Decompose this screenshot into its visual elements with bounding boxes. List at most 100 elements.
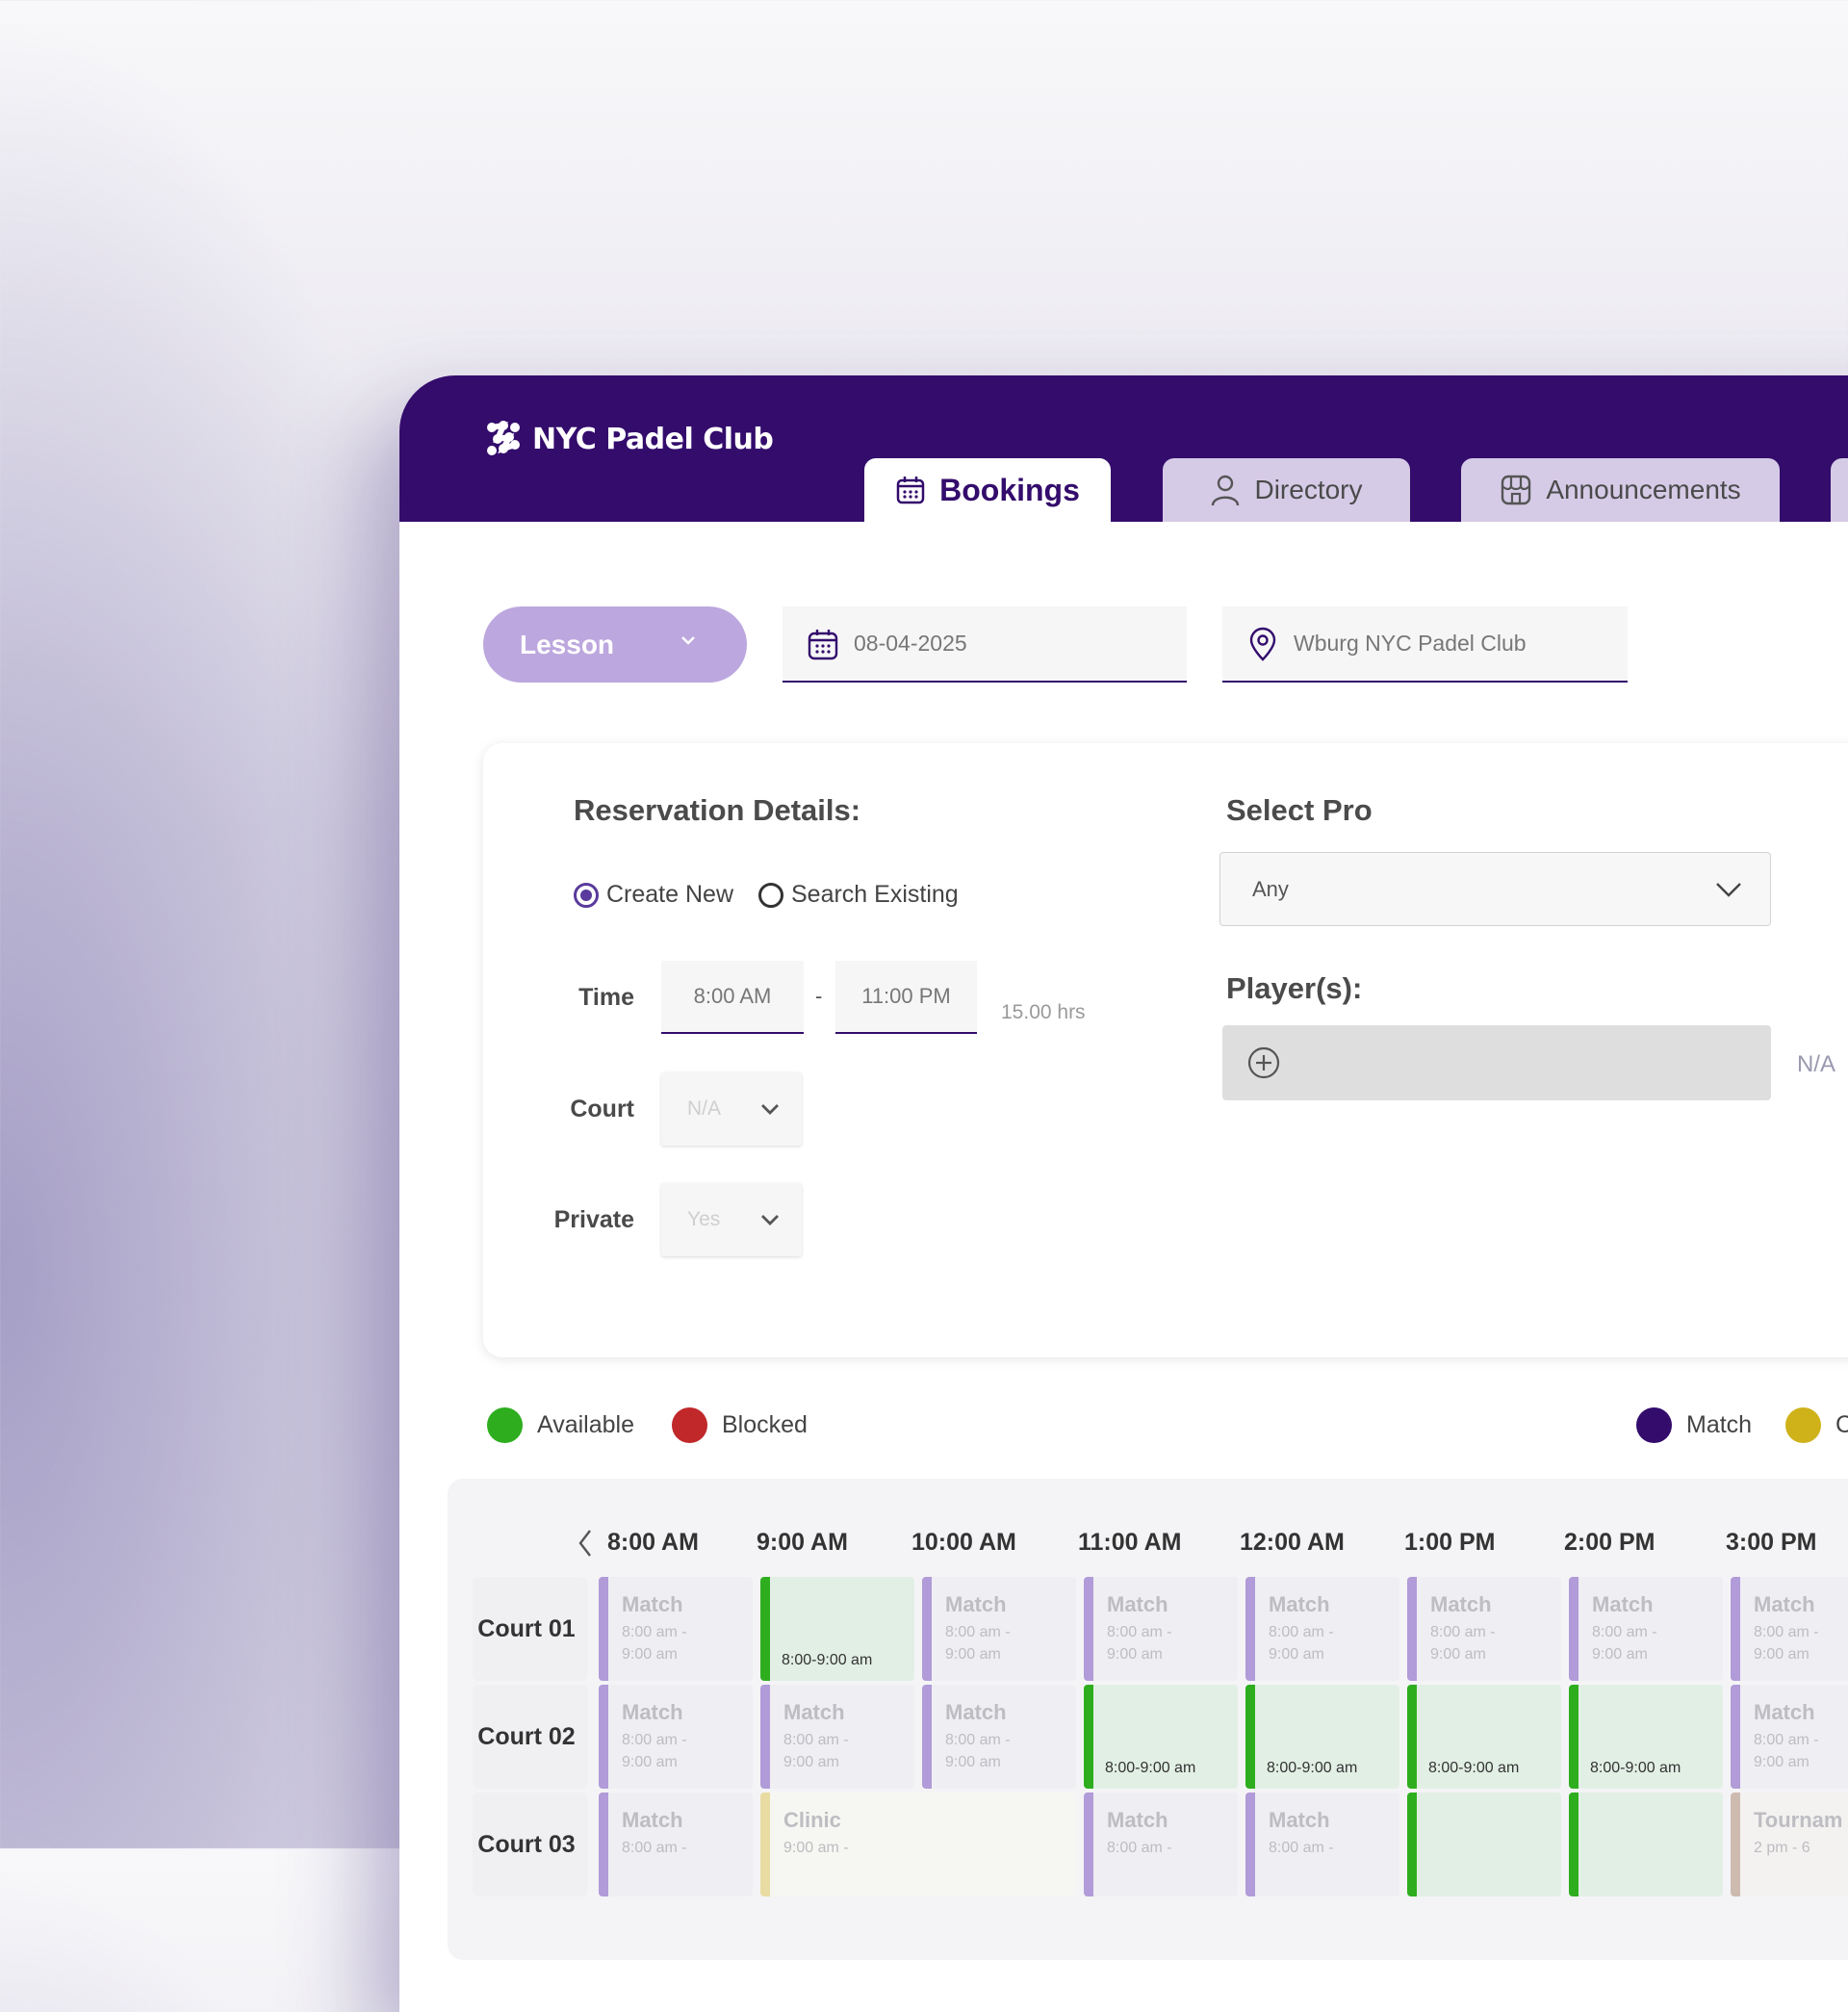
slot-title: Match: [783, 1700, 845, 1724]
add-player-field[interactable]: [1222, 1025, 1771, 1100]
booking-type-dropdown[interactable]: Lesson: [483, 606, 747, 683]
time-separator: -: [815, 984, 823, 1008]
slot-time: 8:00-9:00 am: [782, 1652, 873, 1668]
court-name: Court 01: [477, 1615, 576, 1642]
match-slot[interactable]: Match 8:00 am - 9:00 am: [922, 1685, 1076, 1789]
tourn-slot[interactable]: Tournam 2 pm - 6: [1731, 1793, 1848, 1896]
court-select[interactable]: N/A: [661, 1072, 802, 1146]
slot-title: Match: [1107, 1592, 1168, 1616]
clinic-slot[interactable]: Clinic 9:00 am -: [760, 1793, 1076, 1896]
match-slot[interactable]: Match 8:00 am -: [1245, 1793, 1399, 1896]
search-existing-radio[interactable]: [758, 882, 783, 908]
time-column-header: 2:00 PM: [1564, 1529, 1656, 1556]
match-slot[interactable]: Match 8:00 am - 9:00 am: [599, 1685, 753, 1789]
end-time-input[interactable]: 11:00 PM: [835, 961, 977, 1034]
slot-title: Match: [1269, 1808, 1330, 1832]
slot-time: 8:00 am - 9:00 am: [1754, 1624, 1819, 1663]
slot-time: 8:00 am - 9:00 am: [1592, 1624, 1657, 1663]
match-slot[interactable]: Match 8:00 am - 9:00 am: [1569, 1577, 1723, 1681]
tab-label: Bookings: [939, 472, 1080, 507]
slot-time: 8:00 am - 9:00 am: [1107, 1624, 1172, 1663]
legend-label: Blocked: [722, 1411, 808, 1438]
location-field[interactable]: Wburg NYC Padel Club: [1222, 606, 1628, 683]
available-slot[interactable]: [1569, 1793, 1723, 1896]
time-column-header: 10:00 AM: [911, 1529, 1016, 1556]
court-name: Court 02: [477, 1723, 576, 1750]
private-select[interactable]: Yes: [661, 1183, 802, 1256]
time-label: Time: [578, 984, 634, 1011]
tab-label: Announcements: [1546, 475, 1741, 504]
available-slot[interactable]: 8:00-9:00 am: [1245, 1685, 1399, 1789]
slot-title: Match: [622, 1592, 683, 1616]
available-slot[interactable]: 8:00-9:00 am: [1569, 1685, 1723, 1789]
plus-circle-icon[interactable]: [1247, 1046, 1280, 1079]
time-column-header: 12:00 AM: [1240, 1529, 1345, 1556]
time-column-header: 8:00 AM: [607, 1529, 699, 1556]
tab-directory[interactable]: Directory: [1163, 458, 1410, 522]
court-name: Court 03: [477, 1831, 576, 1858]
create-new-label: Create New: [606, 881, 733, 908]
match-slot[interactable]: Match 8:00 am - 9:00 am: [1731, 1577, 1848, 1681]
match-slot[interactable]: Match 8:00 am -: [599, 1793, 753, 1896]
start-time-input[interactable]: 8:00 AM: [661, 961, 804, 1034]
legend-label: Available: [537, 1411, 635, 1438]
time-column-header: 11:00 AM: [1078, 1529, 1182, 1556]
slot-title: Match: [945, 1592, 1007, 1616]
available-slot[interactable]: [1407, 1793, 1561, 1896]
club-logo[interactable]: NYC Padel Club: [482, 418, 774, 460]
date-field[interactable]: 08-04-2025: [783, 606, 1187, 683]
match-dot: [1636, 1407, 1672, 1443]
location-value: Wburg NYC Padel Club: [1294, 631, 1527, 656]
match-slot[interactable]: Match 8:00 am - 9:00 am: [1084, 1577, 1238, 1681]
slot-title: Match: [622, 1700, 683, 1724]
tab-more[interactable]: [1831, 458, 1848, 522]
available-slot[interactable]: 8:00-9:00 am: [1084, 1685, 1238, 1789]
select-pro-title: Select Pro: [1226, 793, 1373, 827]
search-existing-label: Search Existing: [791, 881, 959, 908]
blocked-dot: [672, 1407, 707, 1443]
booking-type-value: Lesson: [520, 629, 615, 659]
slot-time: 8:00 am - 9:00 am: [783, 1732, 849, 1770]
slot-title: Match: [1754, 1700, 1815, 1724]
top-nav-bar: NYC Padel Club Bookings Directory Announ…: [399, 375, 1848, 522]
match-slot[interactable]: Match 8:00 am - 9:00 am: [1731, 1685, 1848, 1789]
time-column-header: 9:00 AM: [757, 1529, 848, 1556]
create-new-radio[interactable]: [574, 882, 599, 908]
app-title: NYC Padel Club: [532, 422, 774, 456]
chevron-down-icon: [761, 1215, 779, 1225]
time-column-header: 1:00 PM: [1404, 1529, 1496, 1556]
reservation-card: Reservation Details: Create New Search E…: [483, 743, 1848, 1357]
tab-announcements[interactable]: Announcements: [1461, 458, 1780, 522]
slot-time: 8:00-9:00 am: [1428, 1760, 1520, 1776]
location-pin-icon: [1249, 627, 1276, 661]
available-slot[interactable]: 8:00-9:00 am: [1407, 1685, 1561, 1789]
match-slot[interactable]: Match 8:00 am -: [1084, 1793, 1238, 1896]
pro-value: Any: [1252, 876, 1289, 901]
tab-label: Directory: [1254, 475, 1363, 504]
calendar-icon: [808, 629, 838, 659]
slot-title: Clinic: [783, 1808, 841, 1832]
match-slot[interactable]: Match 8:00 am - 9:00 am: [1245, 1577, 1399, 1681]
app-window: NYC Padel Club Bookings Directory Announ…: [399, 375, 1848, 2012]
match-slot[interactable]: Match 8:00 am - 9:00 am: [1407, 1577, 1561, 1681]
slot-time: 8:00 am - 9:00 am: [945, 1624, 1011, 1663]
store-icon: [1502, 475, 1531, 505]
match-slot[interactable]: Match 8:00 am - 9:00 am: [922, 1577, 1076, 1681]
chevron-down-icon: [681, 636, 695, 645]
date-value: 08-04-2025: [854, 631, 967, 656]
pro-select[interactable]: Any: [1219, 852, 1771, 926]
logo-icon: [487, 421, 520, 455]
slot-time: 8:00-9:00 am: [1267, 1760, 1358, 1776]
user-icon: [1212, 475, 1240, 506]
prev-arrow-icon[interactable]: [578, 1529, 593, 1558]
available-slot[interactable]: 8:00-9:00 am: [760, 1577, 914, 1681]
court-schedule-grid: 8:00 AM 9:00 AM 10:00 AM 11:00 AM 12:00 AM 1:…: [448, 1479, 1848, 1960]
legend-label: C: [1835, 1411, 1848, 1438]
court-value: N/A: [687, 1097, 722, 1120]
slot-time: 8:00-9:00 am: [1105, 1760, 1196, 1776]
slot-time: 8:00 am - 9:00 am: [945, 1732, 1011, 1770]
match-slot[interactable]: Match 8:00 am - 9:00 am: [599, 1577, 753, 1681]
tab-bookings[interactable]: Bookings: [864, 458, 1111, 522]
chevron-down-icon: [1716, 883, 1741, 897]
match-slot[interactable]: Match 8:00 am - 9:00 am: [760, 1685, 914, 1789]
